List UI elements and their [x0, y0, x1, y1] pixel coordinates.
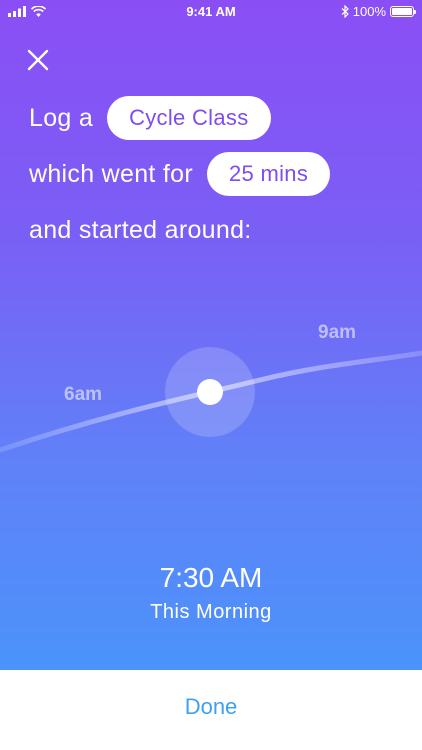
sentence-line-3: and started around: [29, 208, 252, 252]
battery-icon [390, 6, 416, 17]
status-bar: 9:41 AM 100% [0, 0, 422, 24]
activity-pill[interactable]: Cycle Class [107, 96, 271, 140]
bluetooth-icon [341, 5, 349, 18]
sentence-duration-text: which went for [29, 159, 193, 188]
scrubber-handle[interactable] [197, 379, 223, 405]
close-button[interactable] [24, 46, 52, 74]
close-icon [27, 49, 49, 71]
sentence-line-2: which went for 25 mins [29, 152, 331, 196]
selected-time-description: This Morning [150, 601, 272, 623]
battery-percent: 100% [352, 4, 386, 19]
sentence-start-text: and started around: [29, 215, 252, 244]
timeline-end-label: 9am [318, 322, 357, 343]
log-activity-screen: 9:41 AM 100% Log a Cycle Class which wen… [0, 0, 422, 670]
sentence-log-text: Log a [29, 103, 94, 132]
bottom-bar: Done [0, 670, 422, 750]
status-right: 100% [341, 4, 416, 19]
timeline-start-label: 6am [64, 384, 103, 405]
duration-pill[interactable]: 25 mins [207, 152, 331, 196]
sentence-line-1: Log a Cycle Class [29, 96, 271, 140]
time-scrubber[interactable]: 6am 9am [0, 300, 422, 500]
done-button[interactable]: Done [0, 694, 422, 720]
selected-time: 7:30 AM [159, 562, 263, 593]
